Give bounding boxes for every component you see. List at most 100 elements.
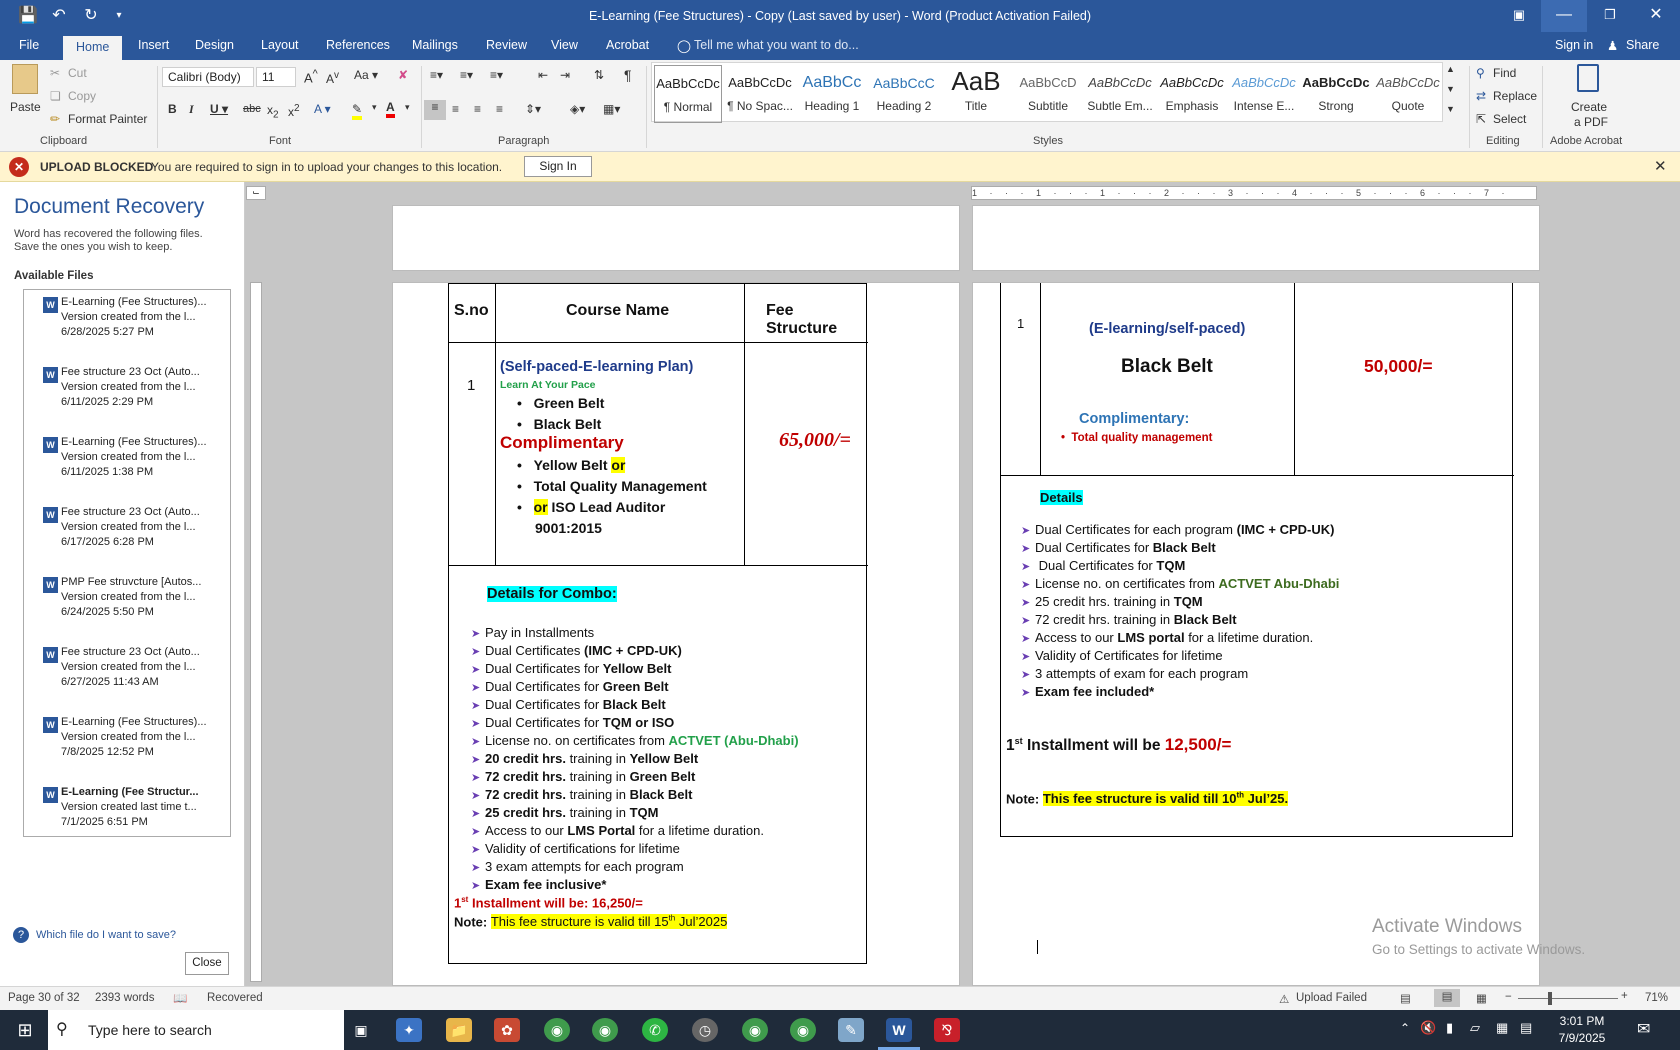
tab-references[interactable]: References	[326, 38, 390, 52]
tab-review[interactable]: Review	[486, 38, 527, 52]
bullets-icon[interactable]: ≡▾	[430, 68, 443, 82]
chrome-icon[interactable]: ◉	[592, 1018, 618, 1042]
tab-home[interactable]: Home	[63, 36, 123, 60]
style-strong[interactable]: AaBbCcDc Strong	[1302, 65, 1370, 123]
zoom-in-icon[interactable]: +	[1621, 990, 1628, 1002]
tab-design[interactable]: Design	[195, 38, 234, 52]
app-icon[interactable]: ✿	[494, 1018, 520, 1042]
style-no-spacing[interactable]: AaBbCcDc ¶ No Spac...	[726, 65, 794, 123]
tab-insert[interactable]: Insert	[138, 38, 169, 52]
close-recovery-button[interactable]: Close	[185, 952, 229, 975]
style-title[interactable]: AaB Title	[942, 65, 1010, 123]
style-quote[interactable]: AaBbCcDc Quote	[1374, 65, 1442, 123]
copilot-icon[interactable]: ✦	[396, 1018, 422, 1042]
align-right-icon[interactable]: ≡	[474, 102, 481, 116]
font-color-dropdown-icon[interactable]: ▾	[405, 102, 410, 113]
align-center-icon[interactable]: ≡	[452, 102, 459, 116]
italic-icon[interactable]: I	[189, 102, 194, 117]
justify-icon[interactable]: ≡	[496, 102, 503, 116]
recovery-file-item[interactable]: W Fee structure 23 Oct (Auto... Version cr…	[43, 645, 239, 690]
create-pdf-icon[interactable]	[1577, 64, 1599, 92]
style-normal[interactable]: AaBbCcDc ¶ Normal	[654, 65, 722, 123]
strikethrough-icon[interactable]: abc	[243, 103, 261, 115]
sort-icon[interactable]: ⇅	[594, 68, 604, 82]
zoom-slider-handle[interactable]	[1548, 992, 1552, 1005]
chrome-icon[interactable]: ◉	[544, 1018, 570, 1042]
notepad-icon[interactable]: ✎	[838, 1018, 864, 1042]
styles-scroll-down-icon[interactable]: ▼	[1446, 84, 1455, 94]
close-window-button[interactable]: ✕	[1633, 0, 1679, 32]
select-button[interactable]: Select	[1493, 112, 1526, 126]
subscript-icon[interactable]: x2	[267, 103, 279, 120]
network-icon[interactable]: ▱	[1470, 1020, 1480, 1036]
recovery-file-item[interactable]: W E-Learning (Fee Structures)... Version c…	[43, 435, 239, 480]
zoom-level[interactable]: 71%	[1645, 992, 1668, 1004]
upload-failed-status[interactable]: Upload Failed	[1296, 992, 1367, 1004]
font-size-select[interactable]: 11	[256, 67, 296, 87]
ribbon-display-icon[interactable]: ▣	[1496, 0, 1542, 32]
superscript-icon[interactable]: x2	[288, 103, 300, 119]
whatsapp-icon[interactable]: ✆	[642, 1018, 668, 1042]
multilevel-list-icon[interactable]: ≡▾	[490, 68, 503, 82]
align-left-icon[interactable]: ≡	[424, 100, 446, 120]
proofing-icon[interactable]: 📖	[173, 991, 187, 1005]
share-button[interactable]: Share	[1626, 38, 1659, 52]
format-painter-button[interactable]: Format Painter	[68, 112, 147, 126]
notifications-icon[interactable]: ✉	[1637, 1019, 1650, 1039]
which-file-link[interactable]: Which file do I want to save?	[36, 929, 176, 941]
sign-in-link[interactable]: Sign in	[1555, 38, 1593, 52]
zoom-slider[interactable]	[1518, 998, 1618, 999]
zoom-out-icon[interactable]: −	[1505, 991, 1512, 1003]
decrease-indent-icon[interactable]: ⇤	[538, 68, 548, 82]
sign-in-button[interactable]: Sign In	[524, 156, 592, 177]
chrome-icon[interactable]: ◉	[790, 1018, 816, 1042]
task-view-icon[interactable]: ▣	[348, 1018, 374, 1042]
style-subtitle[interactable]: AaBbCcD Subtitle	[1014, 65, 1082, 123]
share-icon[interactable]: ♟	[1607, 38, 1618, 53]
document-page-right[interactable]: 1 (E-learning/self-paced) Black Belt Com…	[972, 282, 1540, 986]
tab-selector[interactable]: ⌙	[246, 186, 266, 200]
change-case-icon[interactable]: Aa ▾	[354, 68, 378, 82]
style-intense-emphasis[interactable]: AaBbCcDc Intense E...	[1230, 65, 1298, 123]
windows-start-icon[interactable]: ⊞	[12, 1018, 38, 1042]
style-emphasis[interactable]: AaBbCcDc Emphasis	[1158, 65, 1226, 123]
taskbar-search[interactable]: ⚲ Type here to search	[48, 1010, 344, 1050]
text-effects-icon[interactable]: A ▾	[314, 102, 331, 116]
acrobat-icon[interactable]: ⅋	[934, 1018, 960, 1042]
file-explorer-icon[interactable]: 📁	[446, 1018, 472, 1042]
font-color-icon[interactable]: A	[386, 100, 395, 118]
grow-font-icon[interactable]: A^	[304, 68, 318, 85]
recovery-file-item[interactable]: W E-Learning (Fee Structures)... Version c…	[43, 715, 239, 760]
word-count[interactable]: 2393 words	[95, 992, 154, 1004]
styles-scroll-up-icon[interactable]: ▲	[1446, 64, 1455, 74]
page-count[interactable]: Page 30 of 32	[8, 992, 80, 1004]
copy-icon[interactable]: ❏	[50, 89, 61, 103]
recovery-file-item[interactable]: W PMP Fee struvcture [Autos... Version cre…	[43, 575, 239, 620]
highlight-icon[interactable]: ✎	[352, 102, 363, 120]
clock-time[interactable]: 3:01 PM	[1550, 1014, 1614, 1028]
recovery-file-item[interactable]: W Fee structure 23 Oct (Auto... Version cr…	[43, 365, 239, 410]
word-icon[interactable]: W	[886, 1018, 912, 1042]
minimize-button[interactable]: —	[1541, 0, 1587, 32]
increase-indent-icon[interactable]: ⇥	[560, 68, 570, 82]
select-icon[interactable]: ⇱	[1476, 112, 1486, 126]
underline-icon[interactable]: U ▾	[210, 102, 228, 116]
shading-icon[interactable]: ◈▾	[570, 102, 585, 116]
highlight-dropdown-icon[interactable]: ▾	[372, 102, 377, 113]
recovery-file-item[interactable]: W Fee structure 23 Oct (Auto... Version cr…	[43, 505, 239, 550]
replace-icon[interactable]: ⇄	[1476, 89, 1486, 103]
tab-mailings[interactable]: Mailings	[412, 38, 458, 52]
paste-button[interactable]: Paste	[10, 100, 41, 114]
clear-formatting-icon[interactable]: ✘	[398, 68, 408, 82]
font-name-select[interactable]: Calibri (Body)	[162, 67, 254, 87]
tab-file[interactable]: File	[19, 38, 39, 52]
document-page-left[interactable]: S.no Course Name Fee Structure 1 (Self-p…	[392, 282, 960, 986]
style-subtle-emphasis[interactable]: AaBbCcDc Subtle Em...	[1086, 65, 1154, 123]
print-layout-icon[interactable]: ▤	[1434, 989, 1460, 1007]
chrome-icon[interactable]: ◉	[742, 1018, 768, 1042]
clock-app-icon[interactable]: ◷	[692, 1018, 718, 1042]
read-mode-icon[interactable]: ▤	[1400, 991, 1411, 1005]
replace-button[interactable]: Replace	[1493, 89, 1537, 103]
bold-icon[interactable]: B	[168, 102, 177, 116]
shrink-font-icon[interactable]: Av	[326, 70, 339, 86]
